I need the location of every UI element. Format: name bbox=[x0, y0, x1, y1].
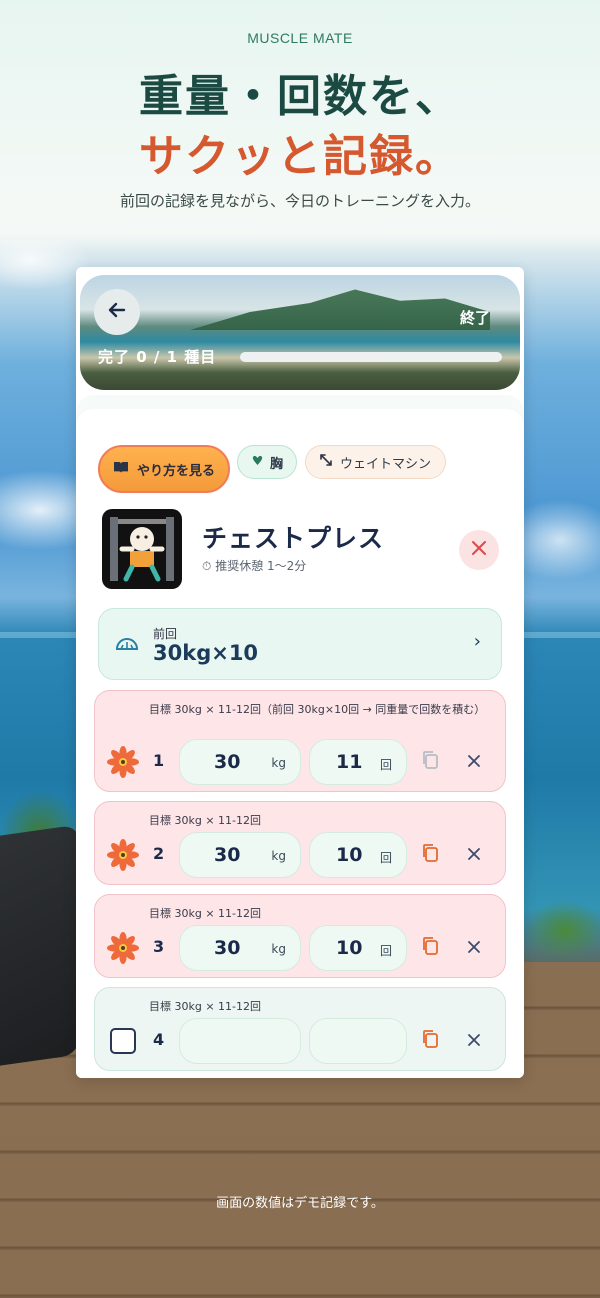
back-button[interactable] bbox=[94, 289, 140, 335]
previous-value: 30kg×10 bbox=[153, 641, 259, 665]
close-icon bbox=[467, 752, 481, 773]
weight-unit: kg bbox=[271, 942, 286, 956]
weight-value: 30 bbox=[214, 844, 241, 866]
bodypart-tag[interactable]: 胸 bbox=[237, 445, 297, 479]
reps-value: 10 bbox=[336, 844, 363, 866]
progress-label: 完了 0 / 1 種目 bbox=[98, 348, 217, 366]
reps-unit: 回 bbox=[379, 851, 392, 865]
exercise-card: やり方を見る 胸 ウェイトマシン チェストプレス ⏱ 推奨休憩 1〜2分 前回 … bbox=[76, 409, 524, 1078]
equipment-label: ウェイトマシン bbox=[339, 456, 431, 472]
rest-time: ⏱ 推奨休憩 1〜2分 bbox=[202, 557, 306, 574]
howto-button[interactable]: やり方を見る bbox=[98, 445, 230, 493]
close-icon bbox=[467, 1031, 481, 1052]
set-target: 目標 30kg × 11-12回 bbox=[149, 814, 262, 827]
copy-icon bbox=[421, 750, 439, 774]
close-icon bbox=[467, 845, 481, 866]
timer-icon: ⏱ bbox=[202, 559, 212, 573]
exercise-name: チェストプレス bbox=[202, 524, 385, 553]
copy-set-button[interactable] bbox=[417, 842, 443, 868]
set-complete-flower-icon[interactable] bbox=[107, 746, 139, 778]
remove-set-button[interactable] bbox=[461, 1028, 487, 1054]
set-number: 3 bbox=[153, 937, 165, 956]
copy-icon bbox=[421, 1029, 439, 1053]
reps-value: 11 bbox=[336, 751, 363, 773]
set-target: 目標 30kg × 11-12回（前回 30kg×10回 → 同重量で回数を積む… bbox=[149, 703, 486, 716]
gauge-icon bbox=[115, 635, 139, 654]
headline-line-1: 重量・回数を、 bbox=[139, 71, 461, 122]
hero-subtitle: 前回の記録を見ながら、今日のトレーニングを入力。 bbox=[119, 192, 480, 210]
set-row: 4 bbox=[95, 1018, 507, 1064]
weight-input[interactable]: 30 kg bbox=[179, 925, 301, 971]
previous-label: 前回 bbox=[153, 627, 178, 641]
progress-bar bbox=[240, 352, 502, 362]
weight-input[interactable] bbox=[179, 1018, 301, 1064]
set-card: 目標 30kg × 11-12回（前回 30kg×10回 → 同重量で回数を積む… bbox=[94, 690, 506, 792]
close-icon bbox=[471, 540, 487, 560]
set-number: 1 bbox=[153, 751, 165, 770]
muscle-icon bbox=[251, 454, 264, 471]
previous-record-card[interactable]: 前回 30kg×10 › bbox=[98, 608, 502, 680]
reps-unit: 回 bbox=[379, 944, 392, 958]
set-card: 目標 30kg × 11-12回 4 bbox=[94, 987, 506, 1071]
equipment-tag[interactable]: ウェイトマシン bbox=[305, 445, 446, 479]
set-complete-flower-icon[interactable] bbox=[107, 932, 139, 964]
exercise-thumbnail[interactable] bbox=[102, 509, 182, 589]
remove-set-button[interactable] bbox=[461, 749, 487, 775]
close-icon bbox=[467, 938, 481, 959]
end-workout-button[interactable]: 終了 bbox=[460, 307, 490, 328]
reps-input[interactable]: 10 回 bbox=[309, 925, 407, 971]
set-card: 目標 30kg × 11-12回 2 30 kg 10 回 bbox=[94, 801, 506, 885]
headline-line-2: サクッと記録。 bbox=[139, 131, 461, 182]
banner-scenery bbox=[190, 289, 490, 330]
app-screen: 終了 完了 0 / 1 種目 やり方を見る 胸 ウェイトマシン チェストプレス … bbox=[76, 267, 524, 1078]
reps-input[interactable]: 10 回 bbox=[309, 832, 407, 878]
brand-name: MUSCLE MATE bbox=[247, 30, 353, 46]
set-card: 目標 30kg × 11-12回 3 30 kg 10 回 bbox=[94, 894, 506, 978]
checkbox-icon bbox=[110, 1028, 136, 1054]
exercise-panel: やり方を見る 胸 ウェイトマシン チェストプレス ⏱ 推奨休憩 1〜2分 前回 … bbox=[76, 395, 524, 1078]
reps-value: 10 bbox=[336, 937, 363, 959]
copy-icon bbox=[421, 843, 439, 867]
weight-input[interactable]: 30 kg bbox=[179, 832, 301, 878]
set-number: 4 bbox=[153, 1030, 165, 1049]
copy-set-button[interactable] bbox=[417, 935, 443, 961]
set-row: 2 30 kg 10 回 bbox=[95, 832, 507, 878]
remove-set-button[interactable] bbox=[461, 842, 487, 868]
set-target: 目標 30kg × 11-12回 bbox=[149, 1000, 262, 1013]
set-checkbox[interactable] bbox=[107, 1025, 139, 1057]
reps-input[interactable] bbox=[309, 1018, 407, 1064]
background-bench bbox=[0, 824, 80, 1066]
arrow-left-icon bbox=[106, 299, 128, 325]
set-target: 目標 30kg × 11-12回 bbox=[149, 907, 262, 920]
rest-time-label: 推奨休憩 1〜2分 bbox=[215, 559, 307, 573]
remove-set-button[interactable] bbox=[461, 935, 487, 961]
set-complete-flower-icon[interactable] bbox=[107, 839, 139, 871]
chevron-right-icon: › bbox=[473, 631, 481, 652]
bodypart-label: 胸 bbox=[269, 456, 283, 472]
set-row: 1 30 kg 11 回 bbox=[95, 739, 507, 785]
weight-unit: kg bbox=[271, 756, 286, 770]
weight-value: 30 bbox=[214, 751, 241, 773]
set-row: 3 30 kg 10 回 bbox=[95, 925, 507, 971]
weight-value: 30 bbox=[214, 937, 241, 959]
weight-unit: kg bbox=[271, 849, 286, 863]
set-number: 2 bbox=[153, 844, 165, 863]
copy-icon bbox=[421, 936, 439, 960]
weight-input[interactable]: 30 kg bbox=[179, 739, 301, 785]
demo-footnote: 画面の数値はデモ記録です。 bbox=[216, 1196, 384, 1211]
reps-input[interactable]: 11 回 bbox=[309, 739, 407, 785]
remove-exercise-button[interactable] bbox=[459, 530, 499, 570]
copy-set-button[interactable] bbox=[417, 749, 443, 775]
book-icon bbox=[113, 461, 129, 478]
expand-arrows-icon bbox=[320, 454, 332, 470]
copy-set-button[interactable] bbox=[417, 1028, 443, 1054]
reps-unit: 回 bbox=[379, 758, 392, 772]
background-plant bbox=[525, 900, 600, 960]
howto-label: やり方を見る bbox=[136, 463, 215, 479]
header-banner: 終了 完了 0 / 1 種目 bbox=[80, 275, 520, 390]
